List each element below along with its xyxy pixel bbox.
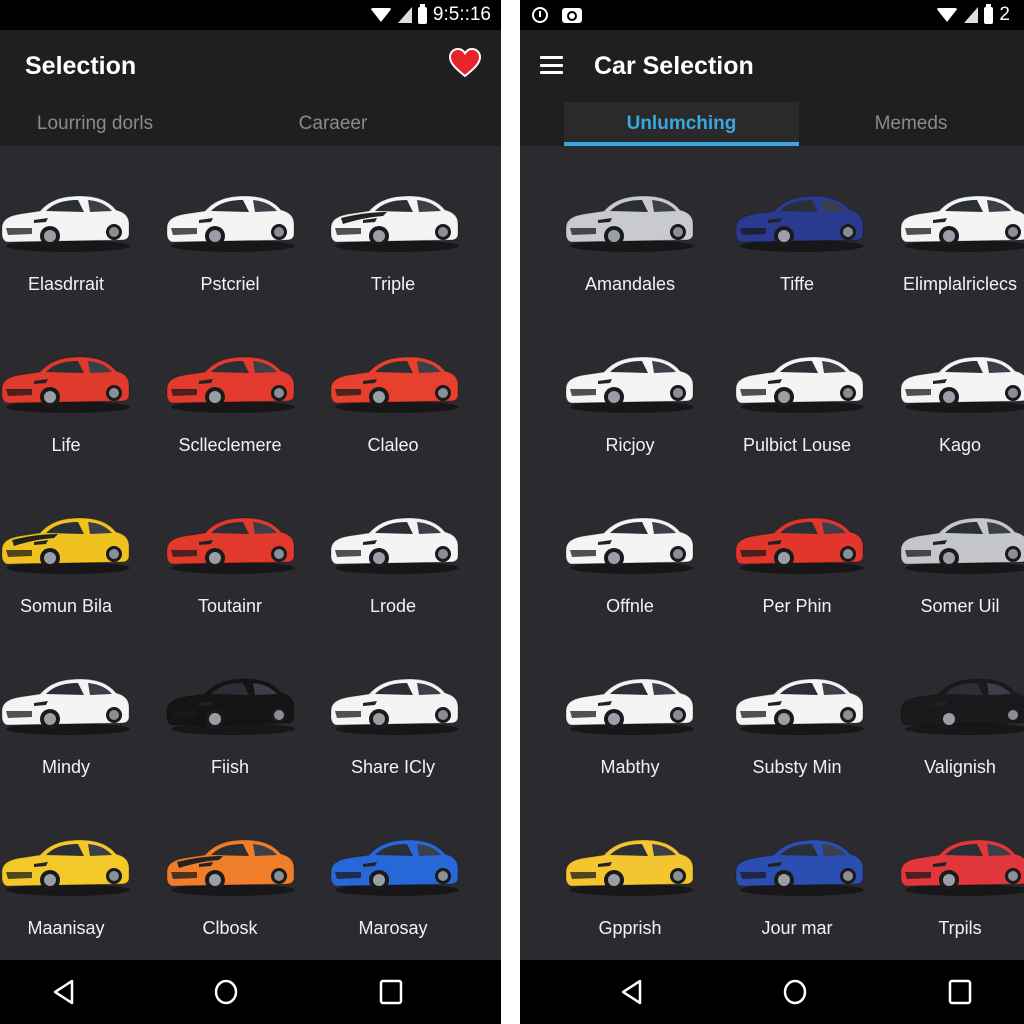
tab-lourring-dorls[interactable]: Lourring dorls	[0, 102, 190, 146]
car-card[interactable]: Marosay	[327, 790, 492, 951]
car-label: Trpils	[938, 918, 982, 938]
car-card[interactable]: Elimplalriclecs	[897, 146, 1024, 307]
car-label: Share ICly	[350, 757, 436, 777]
car-image	[735, 356, 864, 413]
car-image	[565, 356, 694, 413]
app-bar: Car Selection	[520, 30, 1024, 102]
tab-unlumching[interactable]: Unlumching	[564, 102, 799, 146]
signal-icon	[964, 7, 979, 23]
right-phone-screen: 2 Car Selection Unlumching Memeds Amanda…	[520, 0, 1024, 1024]
battery-icon	[417, 3, 427, 24]
car-image	[735, 517, 864, 574]
tab-caraeer[interactable]: Caraeer	[238, 102, 428, 146]
car-image	[735, 678, 864, 735]
car-card[interactable]: Claleo	[327, 307, 492, 468]
car-image	[1, 517, 130, 574]
car-grid: Elasdrrait Pstcriel Triple Life Scllecle…	[0, 146, 501, 960]
car-image	[900, 839, 1024, 896]
car-image	[166, 839, 295, 896]
left-phone-screen: 9:5::16 Selection Lourring dorls Caraeer…	[0, 0, 501, 1024]
car-image	[1, 195, 130, 252]
car-image	[330, 839, 459, 896]
car-image	[735, 195, 864, 252]
car-card[interactable]: Valignish	[897, 629, 1024, 790]
status-bar: 2	[520, 0, 1024, 30]
car-label: Lrode	[369, 596, 417, 616]
navigation-bar	[520, 960, 1024, 1024]
car-card[interactable]: Share ICly	[327, 629, 492, 790]
car-card[interactable]: Lrode	[327, 468, 492, 629]
car-label: Claleo	[367, 435, 419, 455]
home-icon[interactable]	[212, 978, 240, 1006]
battery-icon	[984, 3, 994, 24]
car-image	[900, 678, 1024, 735]
car-label: Kago	[938, 435, 982, 455]
camera-icon	[562, 7, 582, 23]
navigation-bar	[0, 960, 501, 1024]
back-icon[interactable]	[618, 978, 646, 1006]
car-image	[330, 356, 459, 413]
tab-bar: Lourring dorls Caraeer	[0, 102, 501, 146]
back-icon[interactable]	[50, 978, 78, 1006]
alarm-icon	[532, 7, 548, 23]
car-card[interactable]: Triple	[327, 146, 492, 307]
status-bar: 9:5::16	[0, 0, 501, 30]
car-image	[166, 356, 295, 413]
home-icon[interactable]	[781, 978, 809, 1006]
car-image	[166, 517, 295, 574]
car-label: Somer Uil	[920, 596, 1000, 616]
car-image	[330, 678, 459, 735]
car-label: Elimplalriclecs	[902, 274, 1018, 294]
car-image	[735, 839, 864, 896]
car-image	[565, 678, 694, 735]
car-image	[900, 517, 1024, 574]
menu-icon[interactable]	[540, 56, 563, 74]
tab-memeds[interactable]: Memeds	[800, 102, 1022, 146]
heart-icon[interactable]	[449, 48, 481, 78]
car-image	[565, 517, 694, 574]
car-card[interactable]: Trpils	[897, 790, 1024, 951]
signal-icon	[397, 7, 412, 23]
wifi-icon	[936, 8, 959, 22]
status-time: 9:5::16	[432, 4, 491, 25]
car-image	[330, 195, 459, 252]
car-image	[900, 195, 1024, 252]
car-image	[166, 678, 295, 735]
car-label: Triple	[370, 274, 416, 294]
car-image	[1, 839, 130, 896]
status-time: 2	[999, 4, 1010, 25]
car-image	[330, 517, 459, 574]
car-image	[1, 678, 130, 735]
car-image	[565, 839, 694, 896]
car-card[interactable]: Somer Uil	[897, 468, 1024, 629]
car-image	[900, 356, 1024, 413]
app-bar: Selection	[0, 30, 501, 102]
recents-icon[interactable]	[946, 978, 974, 1006]
page-title: Car Selection	[594, 52, 754, 80]
recents-icon[interactable]	[377, 978, 405, 1006]
car-image	[1, 356, 130, 413]
tab-bar: Unlumching Memeds	[520, 102, 1024, 146]
car-image	[565, 195, 694, 252]
wifi-icon	[369, 8, 392, 22]
page-title: Selection	[25, 52, 137, 80]
car-image	[166, 195, 295, 252]
car-grid: Amandales Tiffe Elimplalriclecs Ricjoy P…	[520, 146, 1024, 960]
car-card[interactable]: Kago	[897, 307, 1024, 468]
car-label: Valignish	[924, 757, 996, 777]
car-label: Marosay	[358, 918, 428, 938]
